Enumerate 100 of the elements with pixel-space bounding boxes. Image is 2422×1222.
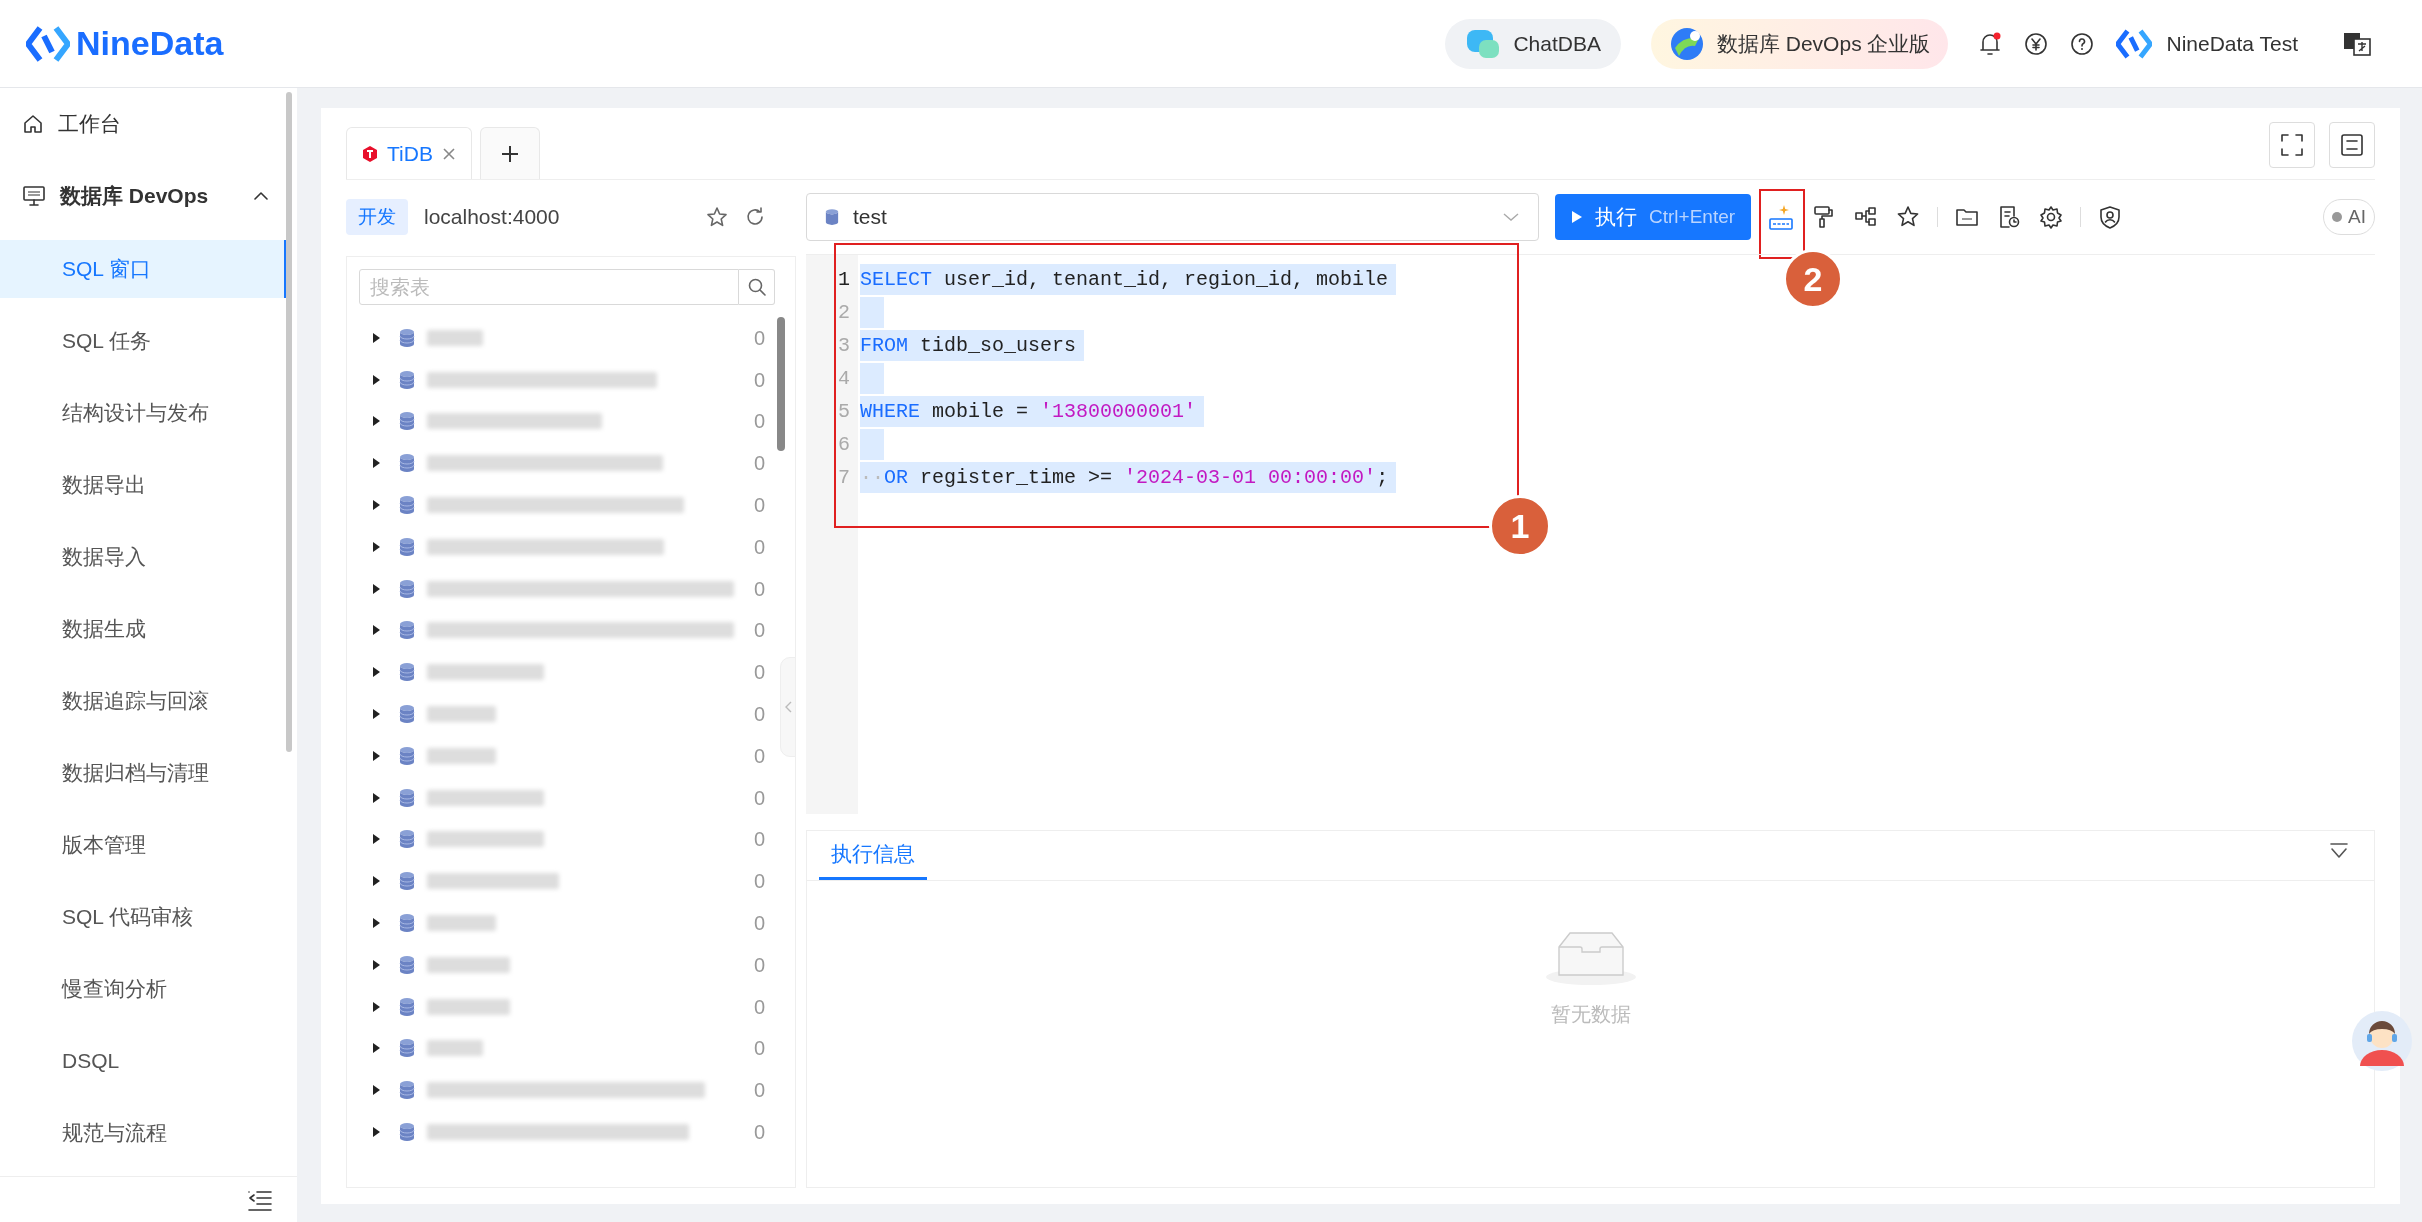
sidebar-item[interactable]: 数据导入 (0, 528, 287, 586)
table-search-field[interactable]: 搜索表 (359, 269, 739, 305)
yen-icon[interactable] (2024, 31, 2049, 56)
annotation-number: 1 (1489, 495, 1551, 557)
line-number: 7 (838, 465, 850, 491)
table-icon (399, 411, 415, 432)
table-icon (399, 1080, 415, 1101)
expand-arrow-icon[interactable] (371, 833, 381, 846)
user-name[interactable]: NineData Test (2166, 27, 2298, 60)
close-icon[interactable] (440, 145, 457, 162)
table-icon (399, 704, 415, 725)
row-count: 0 (753, 952, 765, 978)
editor-tab[interactable]: TiDB (346, 127, 472, 179)
sidebar-item[interactable]: 数据生成 (0, 600, 287, 658)
expand-arrow-icon[interactable] (371, 499, 381, 512)
expand-arrow-icon[interactable] (371, 875, 381, 888)
sidebar-item[interactable]: 数据归档与清理 (0, 744, 287, 802)
chatdba-button[interactable]: ChatDBA (1445, 18, 1621, 69)
table-icon (399, 1122, 415, 1143)
row-count: 0 (753, 785, 765, 811)
globe-icon (1668, 25, 1705, 62)
fullscreen-icon[interactable] (2269, 122, 2315, 168)
selection-highlight (860, 297, 884, 328)
help-icon[interactable] (2070, 31, 2095, 56)
table-icon (399, 745, 415, 766)
home-icon (22, 113, 44, 135)
sidebar-item[interactable]: 慢查询分析 (0, 960, 287, 1018)
user-logo-icon (2116, 26, 2153, 61)
caret-icon[interactable] (253, 191, 269, 201)
scrollbar[interactable] (286, 92, 292, 752)
blurred-table-name (427, 747, 496, 764)
sidebar-item[interactable]: 数据导出 (0, 456, 287, 514)
expand-arrow-icon[interactable] (371, 457, 381, 470)
collapse-menu-icon[interactable] (247, 1188, 273, 1211)
row-count: 0 (753, 325, 765, 351)
line-number: 6 (838, 432, 850, 458)
table-icon (399, 954, 415, 975)
expand-arrow-icon[interactable] (371, 708, 381, 721)
expand-arrow-icon[interactable] (371, 582, 381, 595)
run-button[interactable]: 执行 Ctrl+Enter (1555, 194, 1752, 240)
play-icon (1571, 210, 1583, 224)
expand-arrow-icon[interactable] (371, 749, 381, 762)
scrollbar[interactable] (777, 317, 785, 451)
sidebar-item[interactable]: SQL 窗口 (0, 240, 287, 298)
star-icon[interactable] (706, 206, 728, 228)
row-count: 0 (753, 367, 765, 393)
support-avatar-icon[interactable] (2352, 1008, 2412, 1074)
sidebar-item[interactable]: 工作台 (0, 96, 297, 152)
logo-icon (26, 23, 70, 64)
row-count: 0 (753, 1120, 765, 1146)
row-count: 0 (753, 743, 765, 769)
row-count: 0 (753, 702, 765, 728)
expand-arrow-icon[interactable] (371, 1126, 381, 1139)
blurred-table-name (427, 706, 496, 723)
refresh-icon[interactable] (744, 206, 766, 228)
sidebar-group[interactable]: 数据库 DevOps (0, 152, 297, 240)
expand-arrow-icon[interactable] (371, 791, 381, 804)
expand-arrow-icon[interactable] (371, 666, 381, 679)
panel-layout-icon[interactable] (2329, 122, 2375, 168)
database-select[interactable]: test (806, 193, 1539, 241)
empty-state-text: 暂无数据 (1550, 1002, 1631, 1027)
sidebar-item[interactable]: DSQL (0, 1032, 287, 1090)
table-icon (399, 369, 415, 390)
row-count: 0 (753, 451, 765, 477)
expand-arrow-icon[interactable] (371, 331, 381, 344)
expand-arrow-icon[interactable] (371, 1084, 381, 1097)
table-icon (399, 996, 415, 1017)
selection-highlight (860, 363, 884, 394)
expand-arrow-icon[interactable] (371, 415, 381, 428)
line-number: 3 (838, 333, 850, 359)
expand-arrow-icon[interactable] (371, 540, 381, 553)
selection-highlight (860, 429, 884, 460)
edition-button[interactable]: 数据库 DevOps 企业版 (1650, 18, 1949, 69)
table-icon (399, 620, 415, 641)
environment-tag: 开发 (346, 198, 408, 236)
ai-toggle[interactable]: AI (2323, 199, 2375, 235)
expand-arrow-icon[interactable] (371, 624, 381, 637)
table-icon (399, 327, 415, 348)
sidebar-item[interactable]: SQL 任务 (0, 312, 287, 370)
table-icon (399, 578, 415, 599)
sidebar-item[interactable]: 版本管理 (0, 816, 287, 874)
sidebar-item[interactable]: SQL 代码审核 (0, 888, 287, 946)
row-count: 0 (753, 493, 765, 519)
expand-arrow-icon[interactable] (371, 1042, 381, 1055)
sidebar-item[interactable]: 结构设计与发布 (0, 384, 287, 442)
result-tab[interactable]: 执行信息 (819, 830, 927, 880)
search-icon[interactable] (739, 269, 775, 305)
expand-arrow-icon[interactable] (371, 1000, 381, 1013)
bell-icon[interactable] (1978, 30, 2003, 57)
expand-arrow-icon[interactable] (371, 373, 381, 386)
row-count: 0 (753, 994, 765, 1020)
table-icon (399, 495, 415, 516)
expand-arrow-icon[interactable] (371, 958, 381, 971)
ai-chat-icon (1465, 27, 1502, 60)
collapse-down-icon[interactable] (2328, 841, 2350, 861)
sidebar-item[interactable]: 规范与流程 (0, 1104, 287, 1162)
row-count: 0 (753, 869, 765, 895)
settings-icon[interactable] (2038, 204, 2065, 230)
expand-arrow-icon[interactable] (371, 917, 381, 930)
sidebar-item[interactable]: 数据追踪与回滚 (0, 672, 287, 730)
